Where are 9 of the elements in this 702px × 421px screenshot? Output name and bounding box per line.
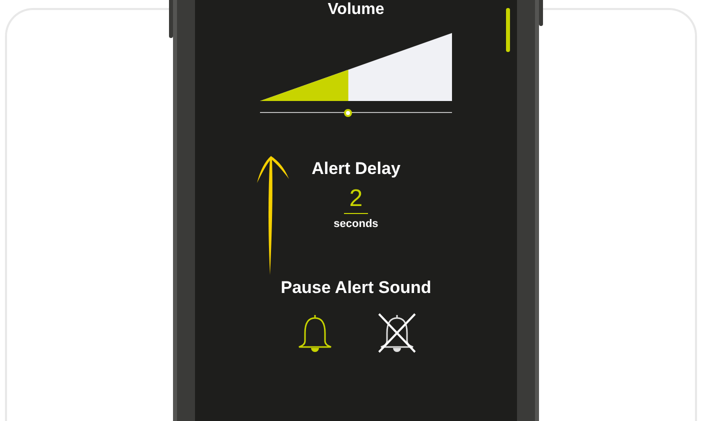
- slider-thumb[interactable]: [344, 109, 352, 117]
- scroll-indicator: [506, 8, 510, 52]
- alert-delay-title: Alert Delay: [312, 158, 400, 180]
- delay-value-field[interactable]: 2: [344, 185, 368, 214]
- volume-title: Volume: [328, 0, 384, 20]
- volume-slider[interactable]: [260, 108, 452, 118]
- delay-unit: seconds: [334, 217, 378, 231]
- muted-bell-icon[interactable]: [376, 313, 417, 353]
- pause-alert-sound-title: Pause Alert Sound: [280, 277, 432, 299]
